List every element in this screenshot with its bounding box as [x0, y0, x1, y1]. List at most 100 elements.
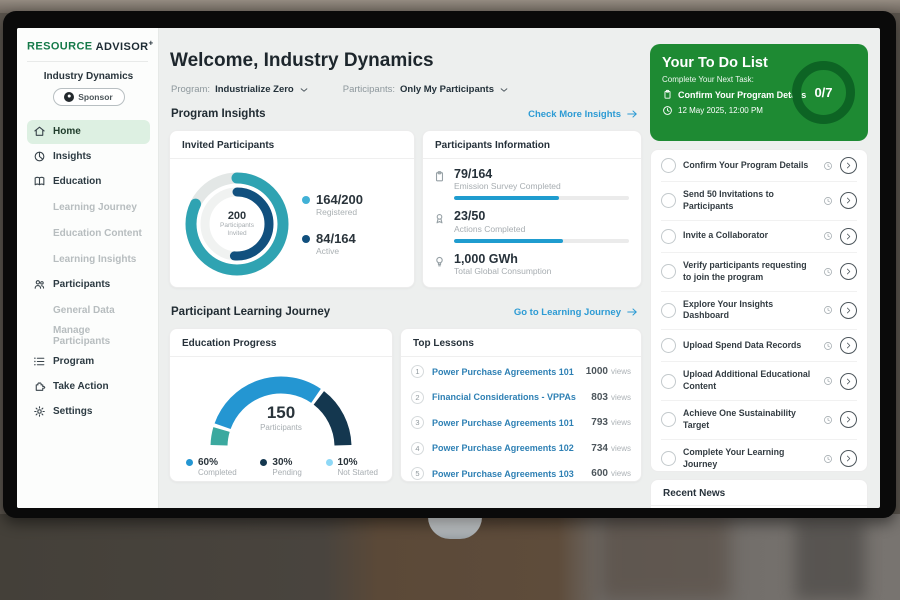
app-logo: RESOURCE ADVISOR+: [27, 38, 150, 53]
lesson-title-link[interactable]: Power Purchase Agreements 103: [432, 469, 591, 479]
clock-icon: [823, 196, 833, 206]
sidebar-item-learning-journey[interactable]: Learning Journey: [27, 195, 150, 220]
top-lessons-list: 1Power Purchase Agreements 1011000views2…: [401, 357, 641, 487]
task-checkbox[interactable]: [661, 412, 676, 427]
task-go-button[interactable]: [840, 302, 857, 319]
todo-task-row: Achieve One Sustainability Target: [661, 401, 857, 440]
sidebar-item-take-action[interactable]: Take Action: [27, 375, 150, 399]
lesson-title-link[interactable]: Power Purchase Agreements 101: [432, 418, 591, 428]
sidebar-item-education[interactable]: Education: [27, 170, 150, 194]
task-go-button[interactable]: [840, 157, 857, 174]
lesson-views-suffix: views: [611, 418, 631, 427]
lesson-views-suffix: views: [611, 444, 631, 453]
sidebar-item-participants[interactable]: Participants: [27, 273, 150, 297]
sidebar-item-insights[interactable]: Insights: [27, 145, 150, 169]
task-checkbox[interactable]: [661, 338, 676, 353]
medal-icon: [433, 212, 446, 225]
sidebar-item-learning-insights[interactable]: Learning Insights: [27, 247, 150, 272]
stat-label: Total Global Consumption: [454, 266, 629, 276]
program-filter-label: Program:: [171, 84, 210, 95]
stat-progress-fill: [454, 196, 559, 200]
legend-item-pending: 30%Pending: [260, 457, 301, 477]
task-checkbox[interactable]: [661, 374, 676, 389]
sponsor-icon: ●: [64, 92, 74, 102]
participants-icon: [33, 278, 46, 291]
stat-progress-fill: [454, 239, 563, 243]
legend-value: 60%: [198, 457, 237, 468]
todo-panel: Your To Do List Complete Your Next Task:…: [650, 28, 870, 508]
sidebar-item-general-data[interactable]: General Data: [27, 298, 150, 323]
clock-icon: [823, 454, 833, 464]
task-go-button[interactable]: [840, 228, 857, 245]
lesson-rank: 5: [411, 467, 424, 480]
gauge-legend: 60%Completed30%Pending10%Not Started: [170, 451, 392, 477]
chevron-down-icon: [499, 85, 509, 95]
task-checkbox[interactable]: [661, 193, 676, 208]
desk-scene: RESOURCE ADVISOR+ Industry Dynamics ● Sp…: [0, 0, 900, 600]
insights-icon: [33, 150, 46, 163]
lesson-row: 3Power Purchase Agreements 101793views: [411, 410, 631, 436]
task-checkbox[interactable]: [661, 264, 676, 279]
clipboard-icon: [662, 89, 673, 100]
task-label: Upload Additional Educational Content: [683, 369, 816, 393]
clock-icon: [823, 341, 833, 351]
sidebar-item-education-content[interactable]: Education Content: [27, 221, 150, 246]
sidebar-item-label: Take Action: [53, 381, 109, 392]
lesson-views-suffix: views: [611, 469, 631, 478]
legend-dot: [302, 235, 310, 243]
sidebar-item-label: Manage Participants: [53, 325, 144, 347]
lesson-row: 5Power Purchase Agreements 103600views: [411, 461, 631, 487]
lesson-title-link[interactable]: Power Purchase Agreements 101: [432, 367, 586, 377]
lesson-title-link[interactable]: Financial Considerations - VPPAs: [432, 392, 591, 402]
sidebar-item-settings[interactable]: Settings: [27, 400, 150, 424]
todo-task-list: Confirm Your Program DetailsSend 50 Invi…: [661, 150, 857, 472]
sidebar-item-program[interactable]: Program: [27, 350, 150, 374]
legend-value: 30%: [272, 457, 301, 468]
task-go-button[interactable]: [840, 373, 857, 390]
legend-value: 164/200: [316, 192, 363, 207]
sidebar-item-home[interactable]: Home: [27, 120, 150, 144]
legend-label: Pending: [272, 468, 301, 477]
task-go-button[interactable]: [840, 192, 857, 209]
task-checkbox[interactable]: [661, 229, 676, 244]
sidebar-item-label: Home: [53, 126, 81, 137]
background-blur-shape: [795, 520, 865, 600]
todo-task-row: Verify participants requesting to join t…: [661, 253, 857, 292]
check-more-insights-link[interactable]: Check More Insights: [528, 108, 638, 120]
legend-label: Completed: [198, 468, 237, 477]
task-go-button[interactable]: [840, 411, 857, 428]
task-checkbox[interactable]: [661, 451, 676, 466]
lesson-views-suffix: views: [611, 367, 631, 376]
background-blur-shape: [600, 514, 730, 600]
go-to-learning-journey-link[interactable]: Go to Learning Journey: [514, 306, 638, 318]
gauge-center-label: 150 Participants: [170, 403, 392, 432]
task-checkbox[interactable]: [661, 303, 676, 318]
legend-value: 10%: [338, 457, 378, 468]
lesson-rank: 1: [411, 365, 424, 378]
task-go-button[interactable]: [840, 337, 857, 354]
sidebar: RESOURCE ADVISOR+ Industry Dynamics ● Sp…: [17, 28, 159, 508]
sidebar-item-label: Learning Insights: [53, 254, 136, 265]
sidebar-item-manage-participants[interactable]: Manage Participants: [27, 324, 150, 349]
task-go-button[interactable]: [840, 450, 857, 467]
program-filter-dropdown[interactable]: Program: Industrialize Zero: [171, 84, 309, 95]
top-lessons-card: Top Lessons 1Power Purchase Agreements 1…: [400, 328, 642, 482]
sidebar-item-label: Education Content: [53, 228, 142, 239]
divider: [27, 61, 148, 62]
task-go-button[interactable]: [840, 263, 857, 280]
lesson-title-link[interactable]: Power Purchase Agreements 102: [432, 443, 591, 453]
settings-icon: [33, 405, 46, 418]
sidebar-item-label: Settings: [53, 406, 92, 417]
legend-item-completed: 60%Completed: [186, 457, 237, 477]
clock-icon: [823, 415, 833, 425]
logo-resource: RESOURCE: [27, 41, 93, 53]
sidebar-item-label: Program: [53, 356, 94, 367]
sponsor-badge[interactable]: ● Sponsor: [53, 88, 125, 106]
chevron-down-icon: [299, 85, 309, 95]
stat-row: 79/164Emission Survey Completed: [433, 167, 629, 200]
task-checkbox[interactable]: [661, 158, 676, 173]
legend-label: Registered: [316, 207, 363, 217]
sidebar-item-label: Participants: [53, 279, 110, 290]
stat-progress-bar: [454, 239, 629, 243]
participants-filter-dropdown[interactable]: Participants: Only My Participants: [343, 84, 509, 95]
